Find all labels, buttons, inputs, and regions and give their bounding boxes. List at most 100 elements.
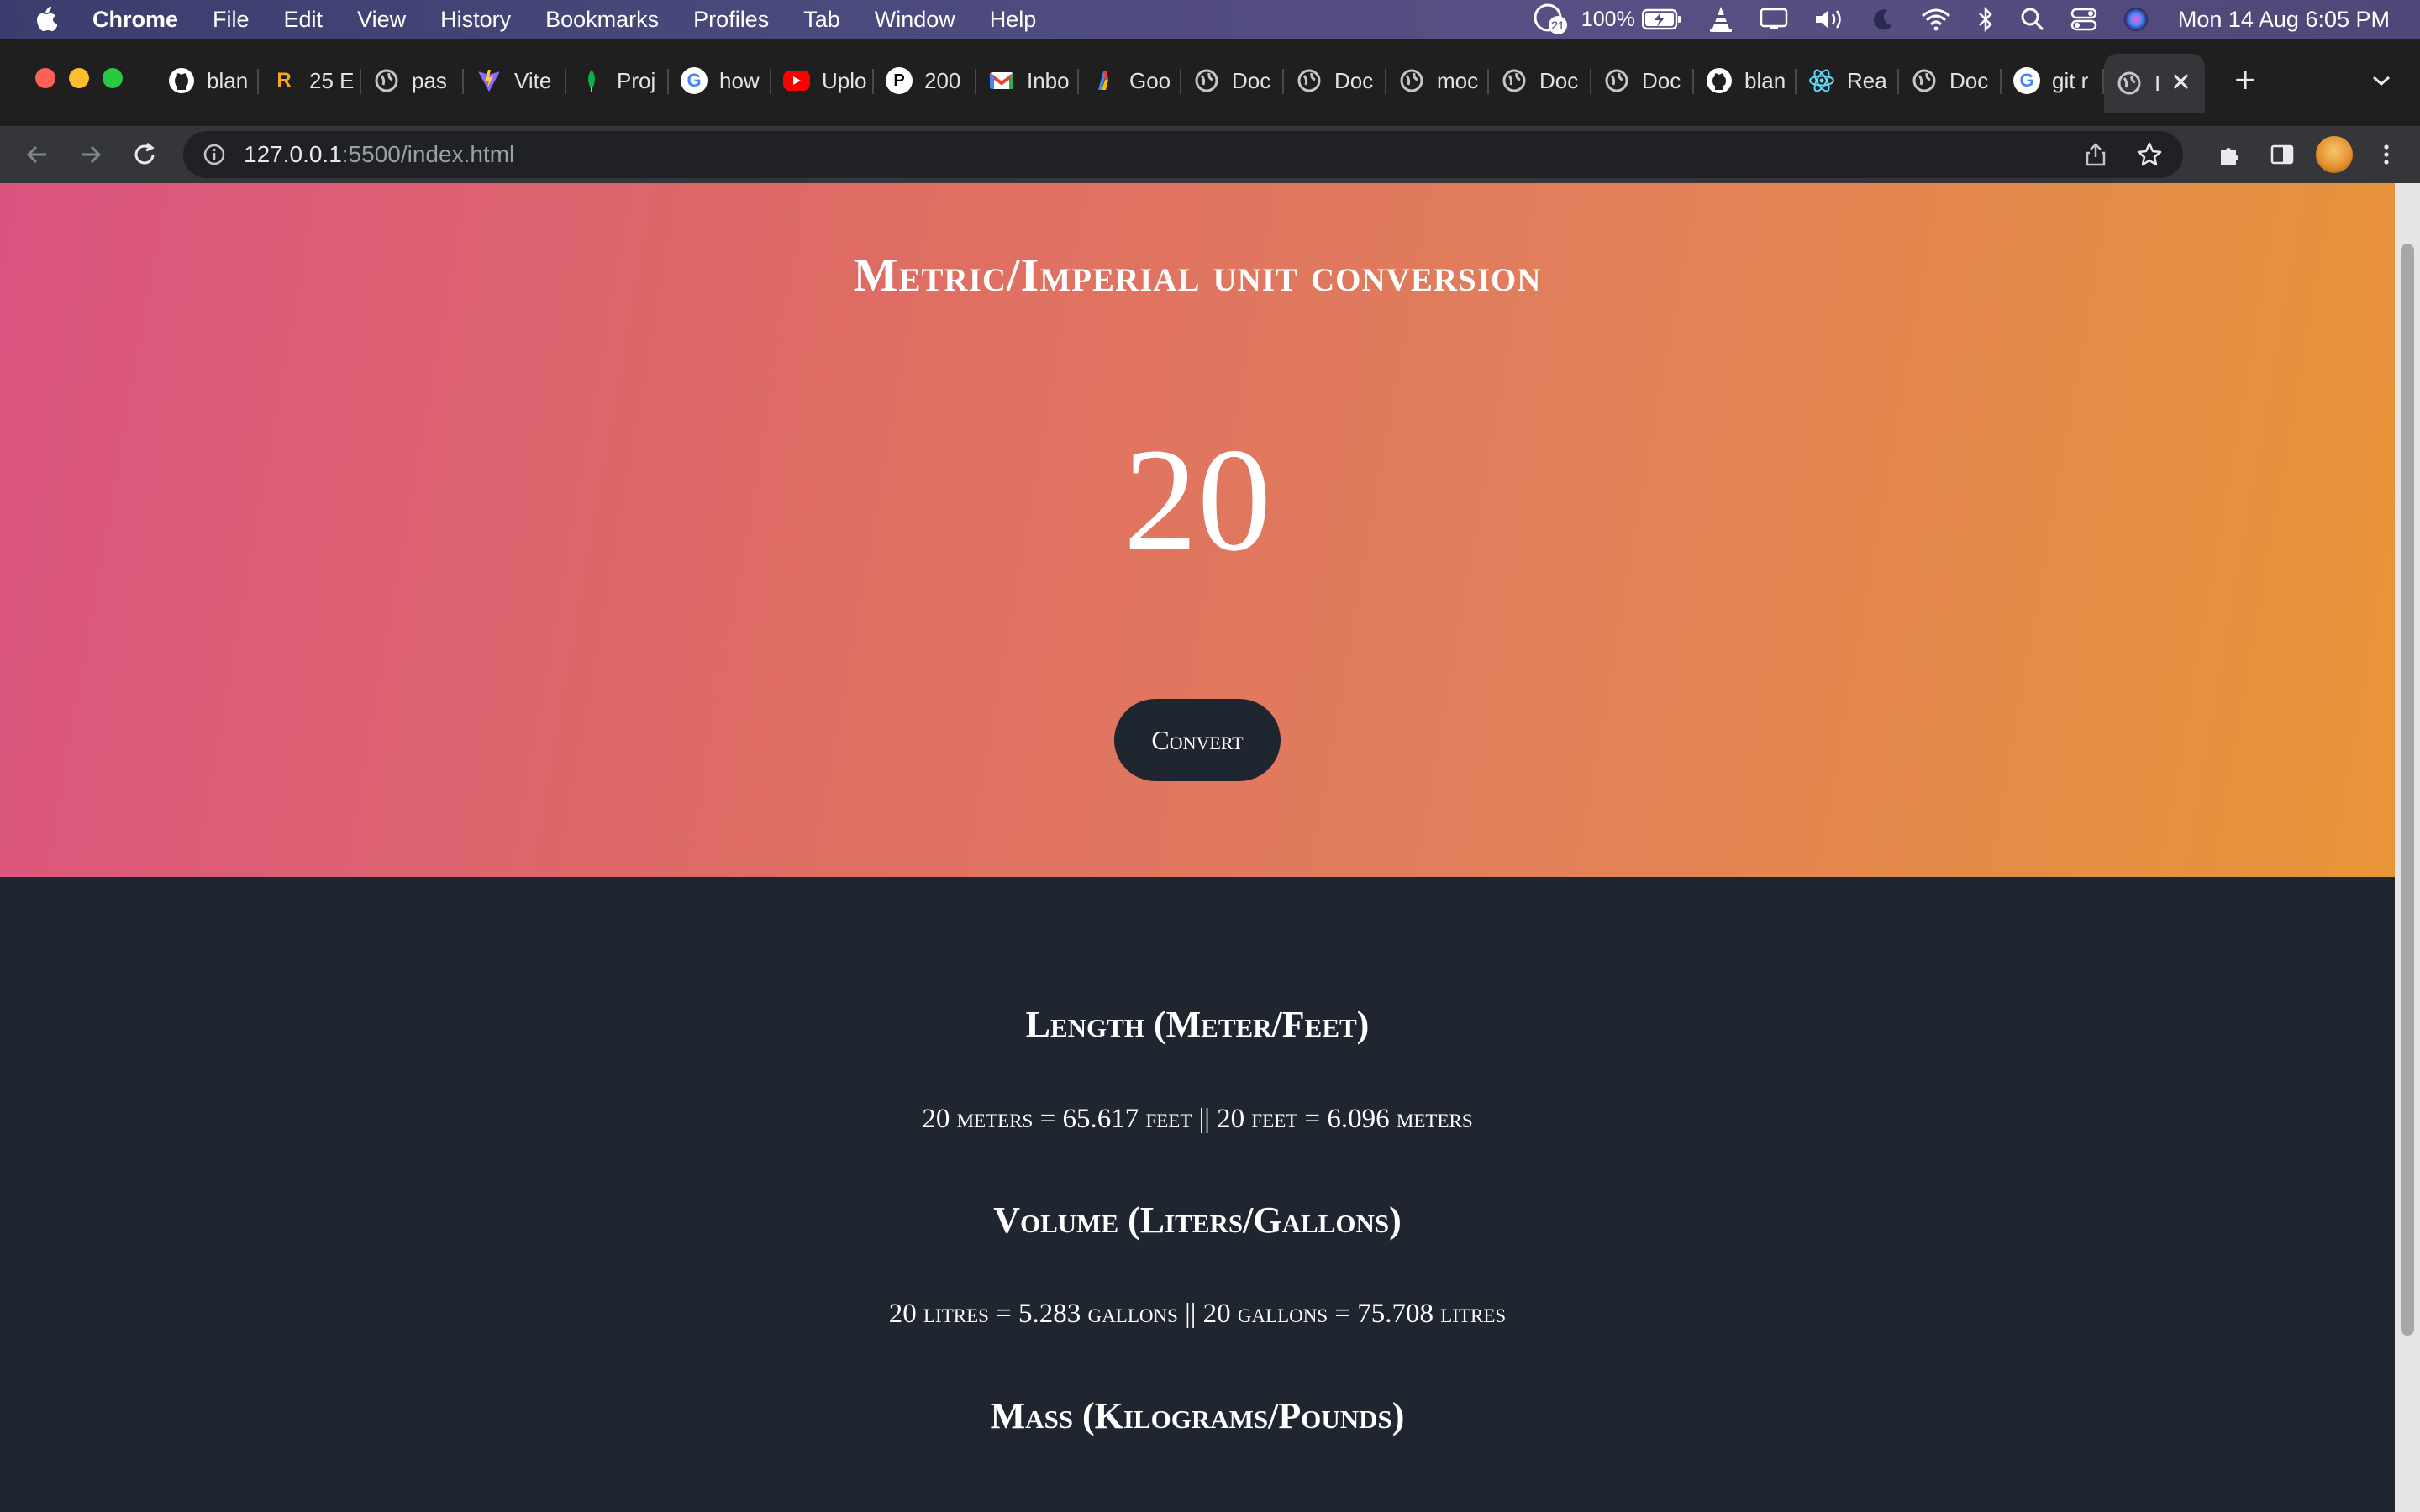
tab[interactable]: blan (1694, 54, 1797, 108)
tab[interactable]: Doc (1489, 54, 1591, 108)
react-icon (1808, 67, 1835, 94)
tab[interactable]: Doc (1284, 54, 1386, 108)
tab[interactable]: P 200 (874, 54, 976, 108)
tab-title: 25 E (309, 67, 355, 93)
menu-profiles[interactable]: Profiles (693, 7, 769, 33)
tab-title: moc (1437, 67, 1479, 93)
minimize-window-button[interactable] (69, 68, 89, 88)
battery-charging-icon[interactable] (1641, 0, 1682, 39)
tab-title: Vite (514, 67, 552, 93)
share-icon[interactable] (2079, 138, 2112, 171)
side-panel-icon[interactable] (2264, 136, 2301, 173)
macos-menu-bar: Chrome File Edit View History Bookmarks … (0, 0, 2420, 39)
scrollbar-thumb[interactable] (2401, 244, 2414, 1336)
tab[interactable]: Doc (1181, 54, 1284, 108)
bluetooth-icon[interactable] (1976, 0, 1995, 39)
notification-count: 21 (1551, 18, 1565, 32)
globe-icon (1603, 67, 1630, 94)
site-info-icon[interactable] (202, 142, 227, 167)
back-arrow-icon[interactable] (18, 136, 55, 173)
tab-title: Doc (1232, 67, 1271, 93)
focus-moon-icon[interactable] (1870, 0, 1896, 39)
tab-list: blan R 25 E pas Vite Proj G how Uplo P 2… (156, 54, 2270, 113)
volume-icon[interactable] (1813, 0, 1845, 39)
tab-title: I (2154, 70, 2161, 96)
menu-bookmarks[interactable]: Bookmarks (545, 7, 659, 33)
close-window-button[interactable] (35, 68, 55, 88)
display-mirroring-icon[interactable] (1760, 0, 1788, 39)
tab[interactable]: Proj (566, 54, 669, 108)
tab-title: git r (2052, 67, 2089, 93)
chrome-menu-kebab-icon[interactable] (2368, 136, 2405, 173)
tab[interactable]: Goo (1079, 54, 1181, 108)
profile-avatar[interactable] (2316, 136, 2353, 173)
menu-app-name[interactable]: Chrome (92, 7, 178, 33)
globe-icon (1398, 67, 1425, 94)
notification-badge-icon[interactable]: 21 (1533, 0, 1570, 39)
youtube-icon (783, 71, 810, 91)
browser-window: blan R 25 E pas Vite Proj G how Uplo P 2… (0, 39, 2420, 183)
mass-heading: Mass (Kilograms/Pounds) (990, 1395, 1405, 1436)
bookmark-star-icon[interactable] (2133, 138, 2166, 171)
siri-icon[interactable] (2123, 0, 2149, 39)
google-icon: G (681, 67, 708, 94)
vlc-cone-icon[interactable] (1707, 0, 1734, 39)
menu-help[interactable]: Help (990, 7, 1037, 33)
forward-arrow-icon[interactable] (72, 136, 109, 173)
spotlight-search-icon[interactable] (2020, 0, 2045, 39)
tab-title: Uplo (822, 67, 867, 93)
tab[interactable]: pas (361, 54, 464, 108)
new-tab-button[interactable]: + (2220, 54, 2270, 108)
menubar-clock[interactable]: Mon 14 Aug 6:05 PM (2178, 7, 2390, 33)
globe-icon (1501, 67, 1528, 94)
tab[interactable]: Inbo (976, 54, 1079, 108)
tab[interactable]: Rea (1797, 54, 1899, 108)
tab[interactable]: G git r (2002, 54, 2104, 108)
active-tab[interactable]: I ✕ (2104, 54, 2205, 113)
menu-view[interactable]: View (357, 7, 406, 33)
page-scrollbar[interactable] (2395, 183, 2420, 1512)
reload-icon[interactable] (126, 136, 163, 173)
globe-icon (2116, 70, 2143, 97)
tab-title: Doc (1334, 67, 1374, 93)
gmail-icon (988, 67, 1015, 94)
google-cloud-icon (1091, 67, 1118, 94)
menu-history[interactable]: History (440, 7, 511, 33)
tab-title: Doc (1642, 67, 1681, 93)
control-center-icon[interactable] (2070, 0, 2097, 39)
tab[interactable]: Doc (1899, 54, 2002, 108)
menu-window[interactable]: Window (875, 7, 955, 33)
extensions-puzzle-icon[interactable] (2212, 136, 2249, 173)
menu-edit[interactable]: Edit (284, 7, 324, 33)
tab-search-chevron-icon[interactable] (2365, 64, 2398, 97)
tab[interactable]: Vite (464, 54, 566, 108)
tab[interactable]: blan (156, 54, 259, 108)
apple-menu-icon[interactable] (32, 6, 59, 33)
tab[interactable]: Uplo (771, 54, 874, 108)
menu-tab[interactable]: Tab (803, 7, 840, 33)
github-icon (1706, 67, 1733, 94)
globe-icon (373, 67, 400, 94)
tab[interactable]: R 25 E (259, 54, 361, 108)
zoom-window-button[interactable] (103, 68, 123, 88)
vite-icon (476, 67, 502, 94)
tab[interactable]: Doc (1591, 54, 1694, 108)
menu-file[interactable]: File (213, 7, 250, 33)
wifi-icon[interactable] (1921, 0, 1951, 39)
browser-toolbar: 127.0.0.1:5500/index.html (0, 126, 2420, 183)
results-panel: Length (Meter/Feet) 20 meters = 65.617 f… (0, 877, 2395, 1512)
convert-button[interactable]: Convert (1114, 699, 1281, 781)
address-bar[interactable]: 127.0.0.1:5500/index.html (183, 131, 2183, 178)
close-tab-icon[interactable]: ✕ (2170, 71, 2191, 96)
r-logo-icon: R (276, 69, 292, 92)
length-heading: Length (Meter/Feet) (1025, 1004, 1370, 1045)
tab-title: Doc (1539, 67, 1579, 93)
input-value[interactable]: 20 (0, 427, 2395, 575)
page-title: Metric/Imperial unit conversion (853, 249, 1542, 302)
tab[interactable]: G how (669, 54, 771, 108)
url-host: 127.0.0.1 (244, 141, 342, 167)
globe-icon (1911, 67, 1938, 94)
tab-title: 200 (924, 67, 961, 93)
tab[interactable]: moc (1386, 54, 1489, 108)
tab-title: blan (207, 67, 249, 93)
